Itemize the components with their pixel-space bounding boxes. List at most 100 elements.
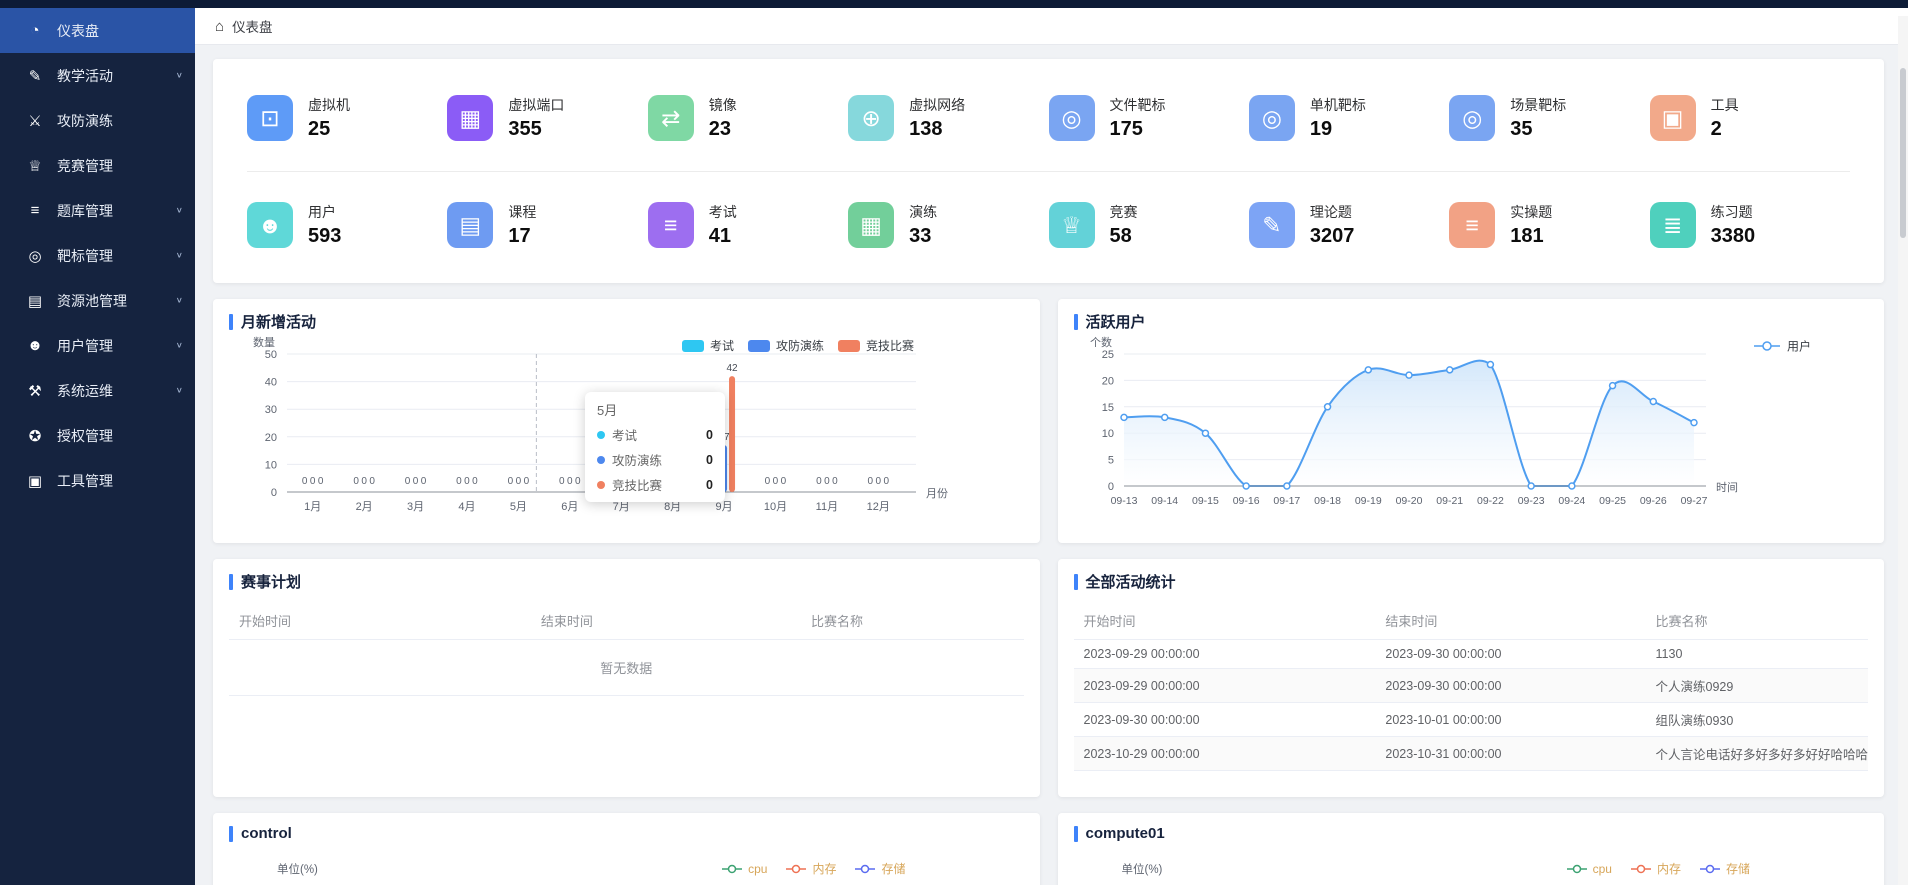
scrollbar-thumb[interactable]	[1900, 68, 1906, 238]
chart-text: 月份	[926, 487, 948, 500]
title-accent-bar	[1074, 574, 1078, 590]
legend-marker-icon	[721, 864, 743, 874]
table-body: 2023-09-29 00:00:002023-09-30 00:00:0011…	[1074, 640, 1869, 771]
chart-text: 09-19	[1354, 495, 1381, 507]
table-cell: 个人演练0929	[1646, 669, 1868, 703]
series-dot	[597, 456, 605, 464]
card-title: compute01	[1074, 825, 1869, 842]
table-cell: 2023-10-29 00:00:00	[1074, 737, 1376, 771]
legend-label: cpu	[748, 862, 767, 876]
column-header: 结束时间	[1375, 602, 1645, 640]
sidebar-item-11[interactable]: ▣工具管理	[0, 458, 195, 503]
stat-item-scene-target: ◎场景靶标35	[1449, 95, 1649, 141]
chart-text: 42	[726, 363, 738, 374]
legend-marker-icon	[1630, 864, 1652, 874]
control-title: control	[241, 825, 292, 842]
chevron-down-icon: ∨	[176, 206, 183, 215]
stat-text: 虚拟机25	[308, 95, 350, 141]
stat-label: 用户	[308, 202, 341, 222]
stat-item-users: ☻ 用户 593	[247, 202, 447, 248]
table-cell: 2023-09-30 00:00:00	[1074, 703, 1376, 737]
chart-text: 数量	[253, 336, 275, 349]
table-header-row: 开始时间结束时间比赛名称	[229, 602, 1024, 640]
stat-value: 25	[308, 118, 350, 141]
chart-text: 7月	[613, 501, 630, 513]
scrollbar-track[interactable]	[1898, 16, 1908, 885]
sidebar-item-8[interactable]: ☻用户管理∨	[0, 323, 195, 368]
drill-icon: ▦	[848, 202, 894, 248]
data-point	[1243, 483, 1249, 489]
sidebar-item-label: 竞赛管理	[57, 156, 113, 176]
stat-label: 实操题	[1510, 202, 1552, 222]
mirror-image-icon: ⇄	[648, 95, 694, 141]
monthly-activity-card: 月新增活动 5月 考试0攻防演练0竞技比赛0 01020304050数量1月2月…	[213, 299, 1040, 543]
chart-text: 09-26	[1639, 495, 1666, 507]
chart-text: 09-22	[1476, 495, 1503, 507]
legend-label: 内存	[1657, 860, 1681, 877]
sidebar-item-10[interactable]: ✪授权管理	[0, 413, 195, 458]
chart-text: 09-25	[1599, 495, 1626, 507]
stat-value: 181	[1510, 225, 1552, 248]
data-point	[1609, 383, 1615, 389]
sidebar-item-9[interactable]: ⚒系统运维∨	[0, 368, 195, 413]
stat-value: 33	[909, 225, 937, 248]
chart-text: 0	[271, 487, 277, 499]
stat-value: 593	[308, 225, 341, 248]
practice-question-icon: ≣	[1650, 202, 1696, 248]
legend-item-考试[interactable]: 考试	[682, 338, 734, 353]
sidebar-item-2[interactable]: ✎教学活动∨	[0, 53, 195, 98]
monitor-legend: cpu 内存 存储	[721, 860, 905, 877]
legend-label: 内存	[812, 860, 836, 877]
breadcrumb[interactable]: 仪表盘	[232, 16, 273, 36]
card-title: control	[229, 825, 1024, 842]
stat-text: 考试41	[709, 202, 737, 248]
legend-item-内存[interactable]: 内存	[785, 860, 836, 877]
stat-text: 实操题 181	[1510, 202, 1552, 248]
sidebar-item-4[interactable]: ♕竞赛管理	[0, 143, 195, 188]
tooltip-series-value: 0	[706, 428, 713, 442]
legend-swatch	[748, 340, 770, 352]
legend-item-cpu[interactable]: cpu	[721, 862, 767, 876]
users-icon: ☻	[247, 202, 293, 248]
host-target-icon: ◎	[1249, 95, 1295, 141]
stat-label: 竞赛	[1110, 202, 1138, 222]
chart-text: 50	[265, 349, 277, 361]
data-point	[1487, 362, 1493, 368]
virtual-network-icon: ⊕	[848, 95, 894, 141]
data-point	[1406, 372, 1412, 378]
virtual-machine-icon: ⊡	[247, 95, 293, 141]
chart-text: 竞技比赛	[866, 338, 914, 353]
sidebar-item-7[interactable]: ▤资源池管理∨	[0, 278, 195, 323]
legend-item-存储[interactable]: 存储	[854, 860, 905, 877]
legend-item-用户[interactable]: 用户	[1754, 339, 1811, 354]
stat-label: 虚拟网络	[909, 95, 965, 115]
sidebar-item-6[interactable]: ◎靶标管理∨	[0, 233, 195, 278]
sidebar-item-1[interactable]: ◔仪表盘	[0, 8, 195, 53]
sidebar-item-3[interactable]: ⚔攻防演练	[0, 98, 195, 143]
column-header: 开始时间	[229, 602, 531, 640]
system-ops-icon: ⚒	[26, 382, 44, 400]
legend-item-攻防演练[interactable]: 攻防演练	[748, 338, 824, 353]
sidebar-item-5[interactable]: ≡题库管理∨	[0, 188, 195, 233]
home-icon[interactable]: ⌂	[215, 18, 224, 35]
stat-value: 3380	[1711, 225, 1756, 248]
stat-text: 单机靶标19	[1310, 95, 1366, 141]
chart-text: 0	[405, 476, 411, 487]
exam-icon: ≡	[648, 202, 694, 248]
chart-text: 0	[868, 476, 874, 487]
sidebar: ◔仪表盘✎教学活动∨⚔攻防演练♕竞赛管理≡题库管理∨◎靶标管理∨▤资源池管理∨☻…	[0, 0, 195, 885]
chevron-down-icon: ∨	[176, 296, 183, 305]
tooltip-row: 攻防演练0	[597, 450, 713, 469]
table-row: 2023-10-29 00:00:002023-10-31 00:00:00个人…	[1074, 737, 1869, 771]
legend-item-内存[interactable]: 内存	[1630, 860, 1681, 877]
legend-item-cpu[interactable]: cpu	[1566, 862, 1612, 876]
resource-pool-icon: ▤	[26, 292, 44, 310]
teaching-activity-icon: ✎	[26, 67, 44, 85]
legend-item-存储[interactable]: 存储	[1699, 860, 1750, 877]
chart-text: 6月	[561, 501, 578, 513]
all-activity-title: 全部活动统计	[1086, 571, 1176, 592]
chevron-down-icon: ∨	[176, 251, 183, 260]
chart-text: 15	[1101, 402, 1113, 414]
legend-item-竞技比赛[interactable]: 竞技比赛	[838, 338, 914, 353]
monthly-activity-chart: 5月 考试0攻防演练0竞技比赛0 01020304050数量1月2月3月4月5月…	[229, 336, 1024, 529]
